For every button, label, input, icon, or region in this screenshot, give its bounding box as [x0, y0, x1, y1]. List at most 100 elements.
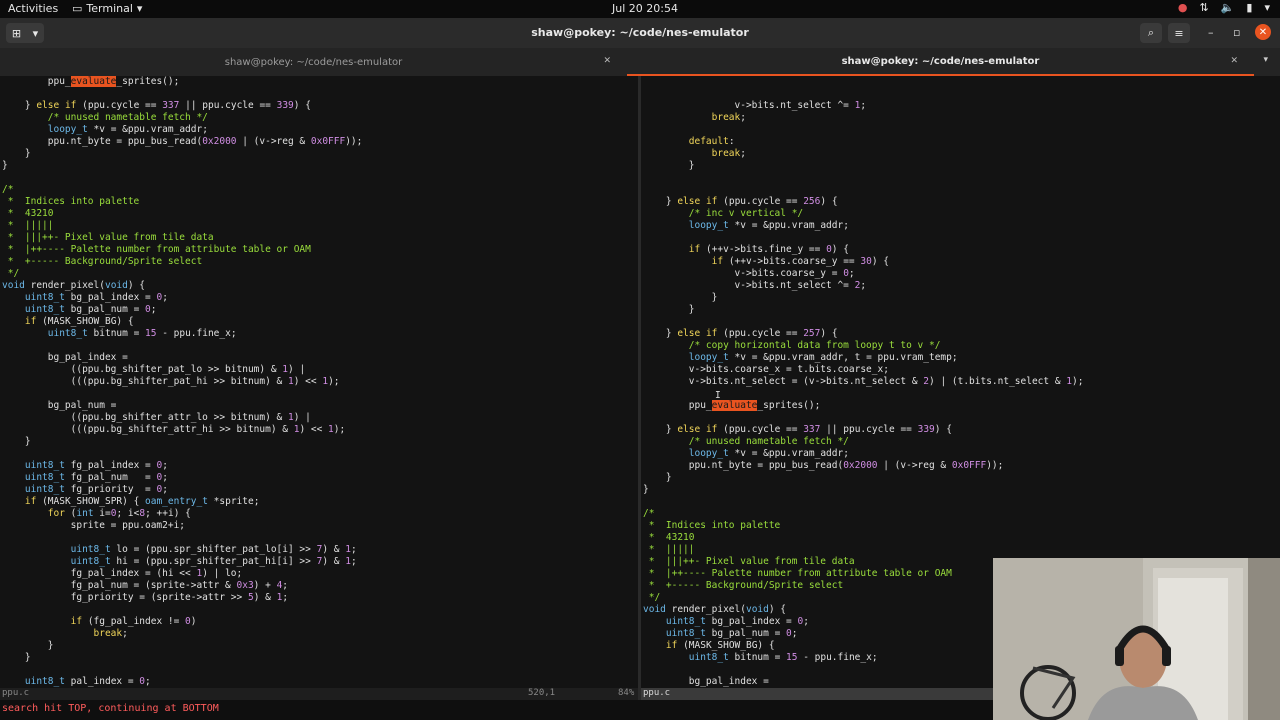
code-line: uint8_t lo = (ppu.spr_shifter_pat_lo[i] … [70, 544, 357, 555]
terminal-icon: ▭ [72, 2, 83, 15]
clock[interactable]: Jul 20 20:54 [612, 2, 678, 15]
code-line: } else if (ppu.cycle == 337 || ppu.cycle… [643, 424, 952, 435]
code-line: if (MASK_SHOW_BG) { [24, 316, 134, 327]
code-line: /* [643, 508, 655, 519]
code-line: if (MASK_SHOW_SPR) { oam_entry_t *sprite… [24, 496, 260, 507]
code-line: for (int i=0; i<8; ++i) { [47, 508, 191, 519]
code-line: void render_pixel(void) { [2, 280, 146, 291]
code-line: uint8_t bg_pal_index = 0; [24, 292, 168, 303]
code-line: * Indices into palette [2, 196, 140, 207]
cursor-position: 520,1 [528, 688, 556, 698]
code-line: v->bits.coarse_y = 0; [643, 268, 855, 279]
code-line: loopy_t *v = &ppu.vram_addr; [47, 124, 208, 135]
scroll-percent: 84% [618, 688, 635, 698]
code-line: * 43210 [643, 532, 695, 543]
maximize-button[interactable]: ▫ [1233, 26, 1240, 39]
app-menu[interactable]: ▭ Terminal ▾ [72, 2, 142, 15]
code-line: loopy_t *v = &ppu.vram_addr; [688, 448, 849, 459]
code-line: } [643, 472, 672, 483]
code-line: * ||||| [2, 220, 54, 231]
activities-button[interactable]: Activities [8, 2, 58, 15]
webcam-overlay [993, 558, 1280, 720]
close-icon[interactable]: ✕ [603, 56, 611, 66]
code-line: * +----- Background/Sprite select [2, 256, 203, 267]
minimize-button[interactable]: – [1208, 26, 1214, 39]
code-line: v->bits.nt_select ^= 1; [643, 100, 867, 111]
code-line: sprite = ppu.oam2+i; [2, 520, 186, 531]
code-line: break; [711, 112, 746, 123]
code-line: break; [711, 148, 746, 159]
status-filename: ppu.c [2, 688, 30, 698]
tab-bar: shaw@pokey: ~/code/nes-emulator ✕ shaw@p… [0, 48, 1280, 76]
tab-2[interactable]: shaw@pokey: ~/code/nes-emulator ✕ [627, 48, 1254, 76]
code-line: fg_pal_index = (hi << 1) | lo; [2, 568, 243, 579]
app-menu-label: Terminal [86, 2, 133, 15]
code-line: uint8_t hi = (ppu.spr_shifter_pat_hi[i] … [70, 556, 357, 567]
tabs-menu-chevron-icon[interactable]: ▾ [1263, 55, 1268, 65]
code-line: } [2, 436, 31, 447]
tab-label: shaw@pokey: ~/code/nes-emulator [224, 56, 403, 68]
code-line: uint8_t bg_pal_num = 0; [24, 304, 157, 315]
gnome-top-bar: Activities ▭ Terminal ▾ Jul 20 20:54 ● ⇅… [0, 0, 1280, 18]
code-line: */ [2, 268, 20, 279]
tab-1[interactable]: shaw@pokey: ~/code/nes-emulator ✕ [0, 48, 627, 76]
code-line: (((ppu.bg_shifter_attr_hi >> bitnum) & 1… [2, 424, 346, 435]
code-line: /* inc v vertical */ [643, 208, 804, 219]
code-line: uint8_t pal_index = 0; [24, 676, 151, 687]
code-line: * |++---- Palette number from attribute … [2, 244, 311, 255]
code-line: /* copy horizontal data from loopy t to … [643, 340, 941, 351]
code-line: } else if (ppu.cycle == 337 || ppu.cycle… [2, 100, 311, 111]
code-line: if (fg_pal_index != 0) [70, 616, 197, 627]
menu-button[interactable]: ≡ [1168, 23, 1190, 43]
search-button[interactable]: ⌕ [1140, 23, 1162, 43]
code-line: } [643, 160, 695, 171]
code-line: ppu.nt_byte = ppu_bus_read(0x2000 | (v->… [2, 136, 363, 147]
close-icon: ✕ [1258, 26, 1268, 38]
system-tray[interactable]: ● ⇅ 🔈 ▮ ▾ [1178, 1, 1270, 14]
code-line: } [2, 148, 31, 159]
code-line: bg_pal_num = [2, 400, 117, 411]
mouse-cursor-icon: I [715, 390, 721, 401]
code-line: v->bits.coarse_x = t.bits.coarse_x; [643, 364, 889, 375]
close-button[interactable]: ✕ [1255, 24, 1271, 40]
code-line: uint8_t fg_pal_num = 0; [24, 472, 168, 483]
code-line: * ||||| [643, 544, 695, 555]
webcam-image [993, 558, 1280, 720]
code-line: } [2, 640, 54, 651]
left-editor-pane[interactable]: ppu_evaluate_sprites(); } else if (ppu.c… [0, 76, 638, 688]
code-line: (((ppu.bg_shifter_pat_hi >> bitnum) & 1)… [2, 376, 340, 387]
status-filename: ppu.c [643, 688, 671, 698]
code-line: ((ppu.bg_shifter_attr_lo >> bitnum) & 1)… [2, 412, 311, 423]
code-line: uint8_t fg_pal_index = 0; [24, 460, 168, 471]
network-icon: ⇅ [1199, 1, 1209, 14]
code-line: v->bits.nt_select = (v->bits.nt_select &… [643, 376, 1084, 387]
code-line: loopy_t *v = &ppu.vram_addr; [688, 220, 849, 231]
code-line: bg_pal_index = [2, 352, 128, 363]
close-icon[interactable]: ✕ [1230, 56, 1238, 66]
code-line: uint8_t fg_priority = 0; [24, 484, 168, 495]
code-line: * 43210 [2, 208, 54, 219]
volume-icon: 🔈 [1220, 1, 1235, 14]
left-status-line: ppu.c 520,1 84% [0, 688, 638, 700]
code-line: ppu_evaluate_sprites(); [643, 400, 821, 411]
code-line: } [2, 652, 31, 663]
code-line: fg_pal_num = (sprite->attr & 0x3) + 4; [2, 580, 289, 591]
code-line: fg_priority = (sprite->attr >> 5) & 1; [2, 592, 289, 603]
code-line: ppu_evaluate_sprites(); [2, 76, 180, 87]
